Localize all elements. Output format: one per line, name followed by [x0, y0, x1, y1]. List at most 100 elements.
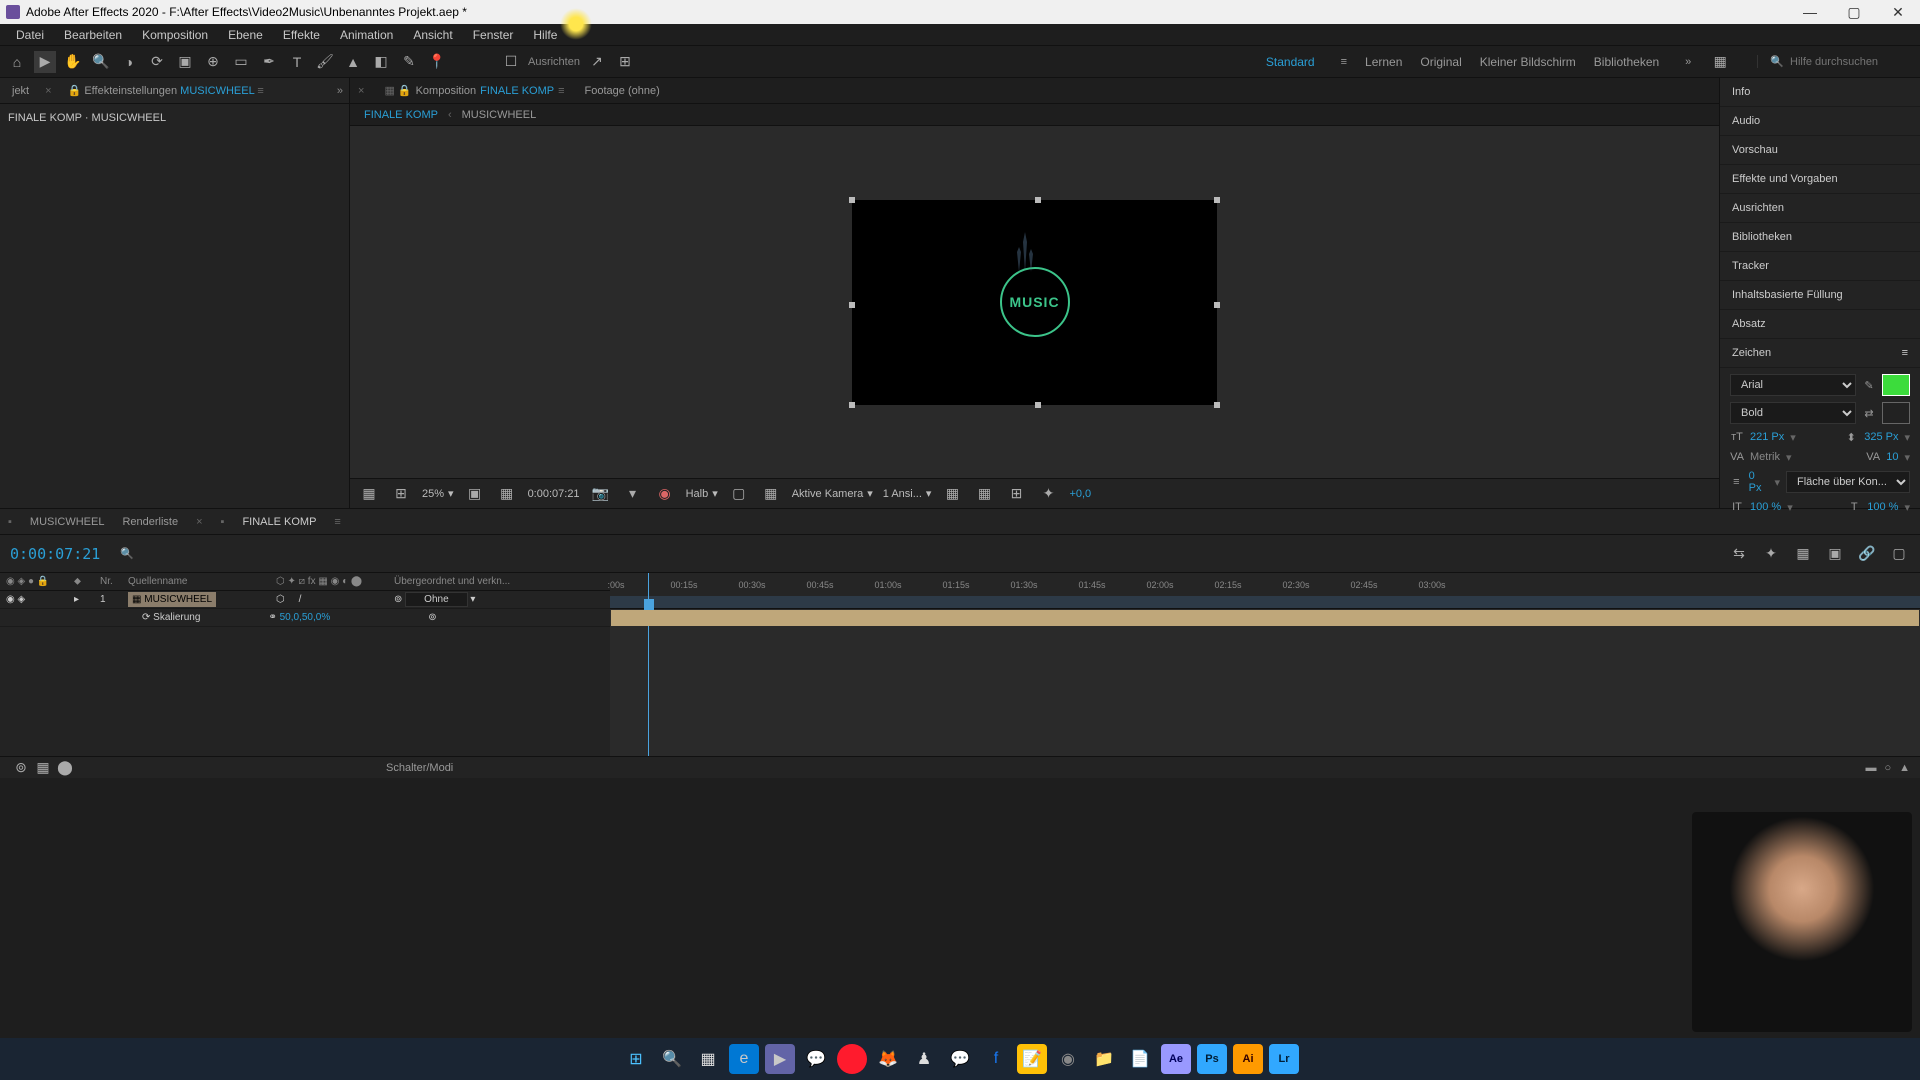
panel-content-fill[interactable]: Inhaltsbasierte Füllung — [1720, 281, 1920, 310]
brush-tool-icon[interactable]: 🖌 — [314, 51, 336, 73]
tl-opt1-icon[interactable]: ⇆ — [1728, 543, 1750, 565]
resolution-dropdown[interactable]: Halb ▾ — [686, 487, 718, 500]
comp-canvas[interactable]: MUSIC — [852, 200, 1217, 405]
res-icon[interactable]: ▣ — [464, 483, 486, 505]
stroke-mode-select[interactable]: Fläche über Kon... — [1786, 471, 1910, 493]
leading-value[interactable]: 325 Px — [1864, 431, 1898, 443]
swap-colors-icon[interactable]: ⇄ — [1862, 406, 1876, 420]
panel-overflow-icon[interactable]: » — [337, 85, 343, 97]
timeline-ruler[interactable]: :00s 00:15s 00:30s 00:45s 01:00s 01:15s … — [610, 573, 1920, 609]
taskbar-taskview-icon[interactable]: ▦ — [693, 1044, 723, 1074]
taskbar-whatsapp-icon[interactable]: 💬 — [801, 1044, 831, 1074]
v2-icon[interactable]: ▦ — [973, 483, 995, 505]
taskbar-lr-icon[interactable]: Lr — [1269, 1044, 1299, 1074]
workspace-standard[interactable]: Standard — [1266, 55, 1315, 69]
clone-tool-icon[interactable]: ▲ — [342, 51, 364, 73]
menu-bearbeiten[interactable]: Bearbeiten — [54, 26, 132, 44]
comp-tab-finale[interactable]: ▦ 🔒 Komposition FINALE KOMP ≡ — [384, 84, 564, 97]
composition-viewport[interactable]: MUSIC — [350, 126, 1719, 478]
panel-tracker[interactable]: Tracker — [1720, 252, 1920, 281]
color-mgmt-icon[interactable]: ◉ — [654, 483, 676, 505]
taskbar-ai-icon[interactable]: Ai — [1233, 1044, 1263, 1074]
panel-audio[interactable]: Audio — [1720, 107, 1920, 136]
rotate-tool-icon[interactable]: ⟳ — [146, 51, 168, 73]
effect-controls-tab[interactable]: 🔒 Effekteinstellungen MUSICWHEEL ≡ — [62, 80, 270, 101]
timeline-prop-scale[interactable]: ⟳ Skalierung ⚭ 50,0,50,0% ⊚ — [0, 609, 610, 627]
menu-effekte[interactable]: Effekte — [273, 26, 330, 44]
workspace-lernen[interactable]: Lernen — [1365, 55, 1402, 69]
v4-icon[interactable]: ✦ — [1037, 483, 1059, 505]
footage-tab[interactable]: Footage (ohne) — [585, 85, 660, 97]
menu-fenster[interactable]: Fenster — [463, 26, 524, 44]
tl-opt4-icon[interactable]: ▣ — [1824, 543, 1846, 565]
tl-opt2-icon[interactable]: ✦ — [1760, 543, 1782, 565]
layer-bar-1[interactable] — [611, 610, 1919, 626]
home-tool-icon[interactable]: ⌂ — [6, 51, 28, 73]
exposure[interactable]: +0,0 — [1069, 488, 1091, 500]
taskbar-firefox-icon[interactable]: 🦊 — [873, 1044, 903, 1074]
stroke-color-swatch[interactable] — [1882, 402, 1910, 424]
snap-checkbox[interactable]: ☐ — [500, 51, 522, 73]
timeline-tab-finale[interactable]: FINALE KOMP — [242, 516, 316, 528]
tab-close-icon[interactable]: × — [45, 85, 51, 97]
pen-tool-icon[interactable]: ✒ — [258, 51, 280, 73]
menu-hilfe[interactable]: Hilfe — [523, 26, 567, 44]
workspace-original[interactable]: Original — [1420, 55, 1461, 69]
taskbar-editor-icon[interactable]: 📄 — [1125, 1044, 1155, 1074]
eraser-tool-icon[interactable]: ◧ — [370, 51, 392, 73]
show-snapshot-icon[interactable]: ▾ — [622, 483, 644, 505]
taskbar-notes-icon[interactable]: 📝 — [1017, 1044, 1047, 1074]
zoom-out-icon[interactable]: ▬ — [1865, 762, 1876, 774]
project-tab[interactable]: jekt — [6, 81, 35, 101]
timeline-search-icon[interactable]: 🔍 — [120, 547, 134, 560]
taskbar-app1-icon[interactable]: ♟ — [909, 1044, 939, 1074]
taskbar-facebook-icon[interactable]: f — [981, 1044, 1011, 1074]
taskbar-explorer-icon[interactable]: 📁 — [1089, 1044, 1119, 1074]
workspace-menu-icon[interactable]: ≡ — [1341, 56, 1347, 68]
close-window-button[interactable]: ✕ — [1876, 0, 1920, 24]
views-dropdown[interactable]: 1 Ansi... ▾ — [883, 487, 932, 500]
anchor-tool-icon[interactable]: ⊕ — [202, 51, 224, 73]
panel-effects[interactable]: Effekte und Vorgaben — [1720, 165, 1920, 194]
tl-opt3-icon[interactable]: ▦ — [1792, 543, 1814, 565]
workspace-bibliotheken[interactable]: Bibliotheken — [1594, 55, 1659, 69]
kerning-value[interactable]: Metrik — [1750, 451, 1780, 463]
snap-opt2-icon[interactable]: ⊞ — [614, 51, 636, 73]
panel-libraries[interactable]: Bibliotheken — [1720, 223, 1920, 252]
breadcrumb-finale[interactable]: FINALE KOMP — [364, 109, 438, 121]
fill-color-swatch[interactable] — [1882, 374, 1910, 396]
panel-menu-icon[interactable]: ≡ — [1902, 347, 1908, 359]
zoom-tool-icon[interactable]: 🔍 — [90, 51, 112, 73]
menu-datei[interactable]: Datei — [6, 26, 54, 44]
alpha-toggle-icon[interactable]: ▦ — [358, 483, 380, 505]
menu-ebene[interactable]: Ebene — [218, 26, 273, 44]
tracking-value[interactable]: 10 — [1886, 451, 1898, 463]
panel-absatz[interactable]: Absatz — [1720, 310, 1920, 339]
font-size-value[interactable]: 221 Px — [1750, 431, 1784, 443]
taskbar-search-icon[interactable]: 🔍 — [657, 1044, 687, 1074]
timeline-track-area[interactable]: :00s 00:15s 00:30s 00:45s 01:00s 01:15s … — [610, 573, 1920, 756]
shape-tool-icon[interactable]: ▭ — [230, 51, 252, 73]
workspace-reset-icon[interactable]: ▦ — [1709, 51, 1731, 73]
tl-opt6-icon[interactable]: ▢ — [1888, 543, 1910, 565]
selection-tool-icon[interactable]: ▶ — [34, 51, 56, 73]
grid-toggle-icon[interactable]: ⊞ — [390, 483, 412, 505]
font-style-select[interactable]: Bold — [1730, 402, 1856, 424]
panel-info[interactable]: Info — [1720, 78, 1920, 107]
eyedropper-icon[interactable]: ✎ — [1862, 378, 1876, 392]
menu-ansicht[interactable]: Ansicht — [403, 26, 462, 44]
taskbar-ae-icon[interactable]: Ae — [1161, 1044, 1191, 1074]
v3-icon[interactable]: ⊞ — [1005, 483, 1027, 505]
stroke-width-value[interactable]: 0 Px — [1749, 470, 1769, 494]
toggle-shy-icon[interactable]: ⬤ — [54, 757, 76, 779]
puppet-tool-icon[interactable]: 📍 — [426, 51, 448, 73]
timeline-timecode[interactable]: 0:00:07:21 — [10, 545, 100, 563]
tl-tab-menu-icon[interactable]: ≡ — [334, 516, 340, 528]
maximize-button[interactable]: ▢ — [1832, 0, 1876, 24]
font-family-select[interactable]: Arial — [1730, 374, 1856, 396]
minimize-button[interactable]: — — [1788, 0, 1832, 24]
breadcrumb-musicwheel[interactable]: MUSICWHEEL — [462, 109, 537, 121]
taskbar-edge-icon[interactable]: e — [729, 1044, 759, 1074]
taskbar-ps-icon[interactable]: Ps — [1197, 1044, 1227, 1074]
help-search-input[interactable] — [1790, 56, 1910, 68]
